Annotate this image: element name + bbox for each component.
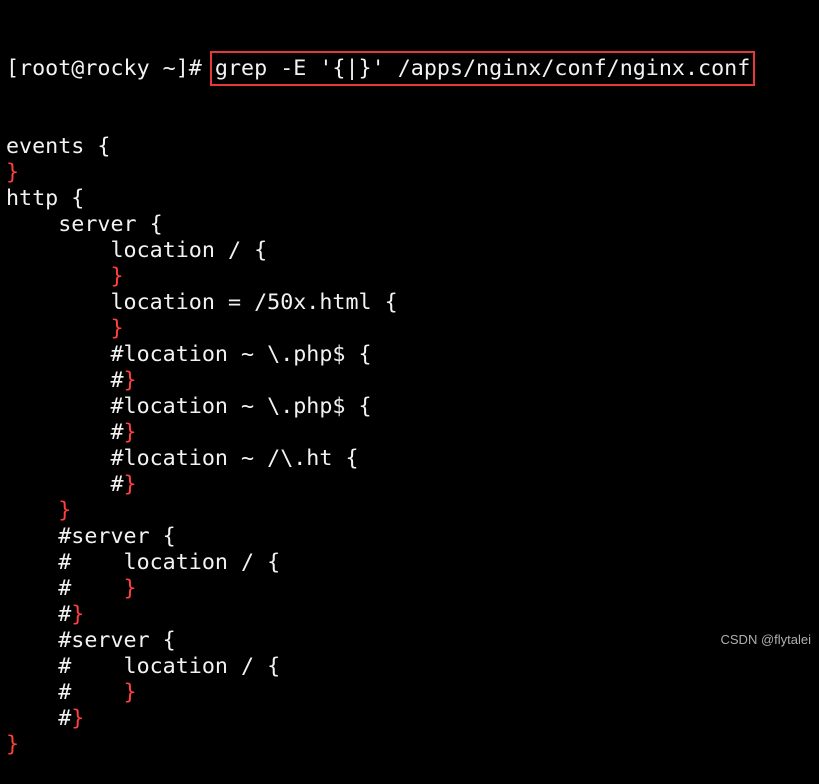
command-output: events {} http { server { location / { } … (6, 134, 750, 758)
output-line: # location / { (6, 654, 750, 680)
terminal[interactable]: [root@rocky ~]# grep -E '{|}' /apps/ngin… (6, 4, 756, 784)
output-line: #location ~ \.php$ { (6, 394, 750, 420)
matched-brace: } (71, 706, 85, 731)
output-text: # (6, 706, 72, 731)
output-text: # location / { (6, 654, 281, 679)
output-line: # } (6, 680, 750, 706)
matched-brace: } (123, 368, 137, 393)
output-line: } (6, 732, 750, 758)
command-line: [root@rocky ~]# grep -E '{|}' /apps/ngin… (6, 51, 756, 86)
output-text: #location ~ \.php$ { (6, 342, 372, 367)
output-line: #} (6, 602, 750, 628)
matched-brace: } (6, 732, 20, 757)
output-text: server { (6, 212, 163, 237)
output-text: #location ~ /\.ht { (6, 446, 359, 471)
output-line: #} (6, 368, 750, 394)
matched-brace: } (110, 264, 124, 289)
output-line: #server { (6, 628, 750, 654)
output-line: location = /50x.html { (6, 290, 750, 316)
output-line: events { (6, 134, 750, 160)
output-text: #location ~ \.php$ { (6, 394, 372, 419)
matched-brace: } (71, 602, 85, 627)
output-line: #location ~ \.php$ { (6, 342, 750, 368)
output-text: # (6, 576, 124, 601)
output-line: #server { (6, 524, 750, 550)
output-text: #server { (6, 524, 176, 549)
watermark: CSDN @flytalei (720, 632, 812, 647)
output-line: # location / { (6, 550, 750, 576)
output-text: # (6, 420, 124, 445)
matched-brace: } (123, 420, 137, 445)
output-line: } (6, 498, 750, 524)
matched-brace: } (110, 316, 124, 341)
output-text: # (6, 472, 124, 497)
highlighted-command: grep -E '{|}' /apps/nginx/conf/nginx.con… (209, 51, 756, 86)
output-line: #} (6, 420, 750, 446)
output-text: # (6, 680, 124, 705)
matched-brace: } (6, 160, 20, 185)
output-line: #location ~ /\.ht { (6, 446, 750, 472)
output-line: #} (6, 472, 750, 498)
matched-brace: } (58, 498, 72, 523)
output-text: # location / { (6, 550, 281, 575)
output-text: # (6, 602, 72, 627)
output-line: location / { (6, 238, 750, 264)
output-line: #} (6, 706, 750, 732)
output-text: events { (6, 134, 111, 159)
matched-brace: } (123, 680, 137, 705)
output-line: } (6, 264, 750, 290)
matched-brace: } (123, 472, 137, 497)
output-text: # (6, 368, 124, 393)
output-text: #server { (6, 628, 176, 653)
output-line: http { (6, 186, 750, 212)
output-text: location / { (6, 238, 268, 263)
output-line: server { (6, 212, 750, 238)
output-text: http { (6, 186, 85, 211)
output-line: } (6, 160, 750, 186)
output-text: location = /50x.html { (6, 290, 398, 315)
matched-brace: } (123, 576, 137, 601)
output-line: # } (6, 576, 750, 602)
shell-prompt: [root@rocky ~]# (6, 56, 215, 81)
output-line: } (6, 316, 750, 342)
